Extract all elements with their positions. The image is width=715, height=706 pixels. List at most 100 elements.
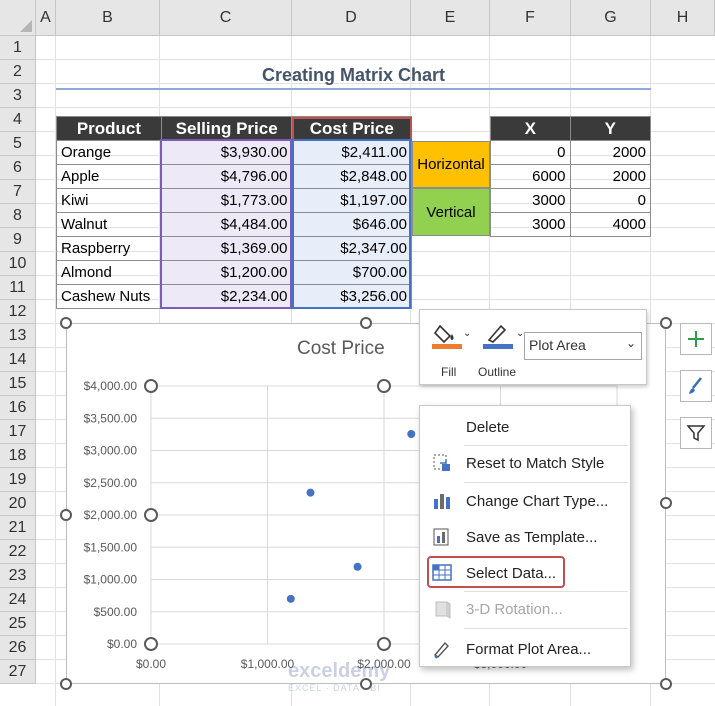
cost-price-cell[interactable]: $3,256.00 bbox=[291, 284, 412, 309]
row-header-9[interactable]: 9 bbox=[0, 228, 36, 252]
table-row: Kiwi $1,773.00 $1,197.00 bbox=[56, 188, 412, 213]
selling-price-cell[interactable]: $4,796.00 bbox=[160, 164, 293, 189]
header-x[interactable]: X bbox=[490, 116, 571, 141]
horizontal-label[interactable]: Horizontal bbox=[412, 141, 490, 188]
gridline bbox=[36, 59, 715, 60]
menu-item-label: Format Plot Area... bbox=[466, 640, 592, 658]
row-header-26[interactable]: 26 bbox=[0, 636, 36, 660]
x-cell[interactable]: 3000 bbox=[490, 188, 571, 213]
menu-item-reset-style[interactable]: Reset to Match Style bbox=[420, 446, 630, 480]
chart-styles-button[interactable] bbox=[680, 370, 712, 402]
chart-element-select[interactable]: Plot Area ⌄ bbox=[524, 332, 642, 360]
cost-price-cell[interactable]: $2,411.00 bbox=[291, 140, 412, 165]
selling-price-cell[interactable]: $1,773.00 bbox=[160, 188, 293, 213]
column-header-F[interactable]: F bbox=[490, 0, 571, 36]
row-header-16[interactable]: 16 bbox=[0, 396, 36, 420]
selling-price-cell[interactable]: $1,369.00 bbox=[160, 236, 293, 261]
row-header-3[interactable]: 3 bbox=[0, 84, 36, 108]
x-cell[interactable]: 6000 bbox=[490, 164, 571, 189]
row-header-4[interactable]: 4 bbox=[0, 108, 36, 132]
menu-item-delete[interactable]: Delete bbox=[420, 410, 630, 444]
y-cell[interactable]: 2000 bbox=[569, 140, 651, 165]
product-cell[interactable]: Walnut bbox=[56, 212, 162, 237]
menu-item-3d-rotation: 3-D Rotation... bbox=[420, 592, 630, 626]
chart-resize-handle[interactable] bbox=[660, 497, 672, 509]
selling-price-cell[interactable]: $3,930.00 bbox=[160, 140, 293, 165]
row-header-1[interactable]: 1 bbox=[0, 36, 36, 60]
chart-filters-button[interactable] bbox=[680, 417, 712, 449]
table-row: 3000 0 bbox=[490, 188, 651, 213]
product-cell[interactable]: Apple bbox=[56, 164, 162, 189]
selling-price-cell[interactable]: $1,200.00 bbox=[160, 260, 293, 285]
row-header-25[interactable]: 25 bbox=[0, 612, 36, 636]
row-header-21[interactable]: 21 bbox=[0, 516, 36, 540]
row-header-24[interactable]: 24 bbox=[0, 588, 36, 612]
select-all-corner[interactable] bbox=[0, 0, 36, 36]
product-cell[interactable]: Orange bbox=[56, 140, 162, 165]
row-header-2[interactable]: 2 bbox=[0, 60, 36, 84]
x-tick-label: $0.00 bbox=[136, 657, 166, 671]
cost-price-cell[interactable]: $2,848.00 bbox=[291, 164, 412, 189]
row-header-13[interactable]: 13 bbox=[0, 324, 36, 348]
template-icon bbox=[433, 528, 449, 546]
cost-price-cell[interactable]: $2,347.00 bbox=[291, 236, 412, 261]
product-cell[interactable]: Almond bbox=[56, 260, 162, 285]
x-cell[interactable]: 3000 bbox=[490, 212, 571, 237]
header-selling-price[interactable]: Selling Price bbox=[160, 116, 293, 141]
add-element-icon bbox=[688, 331, 704, 347]
row-header-12[interactable]: 12 bbox=[0, 300, 36, 324]
chart-resize-handle[interactable] bbox=[60, 678, 72, 690]
product-cell[interactable]: Cashew Nuts bbox=[56, 284, 162, 309]
selling-price-cell[interactable]: $2,234.00 bbox=[160, 284, 293, 309]
row-header-7[interactable]: 7 bbox=[0, 180, 36, 204]
fill-button[interactable]: Fill ⌄ bbox=[430, 318, 471, 380]
row-header-18[interactable]: 18 bbox=[0, 444, 36, 468]
x-cell[interactable]: 0 bbox=[490, 140, 571, 165]
row-header-6[interactable]: 6 bbox=[0, 156, 36, 180]
rotation-icon bbox=[435, 601, 451, 619]
chevron-down-icon[interactable]: ⌄ bbox=[463, 328, 471, 339]
header-product[interactable]: Product bbox=[56, 116, 162, 141]
column-header-B[interactable]: B bbox=[56, 0, 160, 36]
row-header-14[interactable]: 14 bbox=[0, 348, 36, 372]
column-header-E[interactable]: E bbox=[411, 0, 490, 36]
chart-resize-handle[interactable] bbox=[660, 317, 672, 329]
menu-item-save-template[interactable]: Save as Template... bbox=[420, 520, 630, 554]
column-header-D[interactable]: D bbox=[292, 0, 411, 36]
row-header-15[interactable]: 15 bbox=[0, 372, 36, 396]
column-header-H[interactable]: H bbox=[651, 0, 715, 36]
chart-resize-handle[interactable] bbox=[60, 509, 72, 521]
header-cost-price[interactable]: Cost Price bbox=[291, 116, 412, 141]
selling-price-cell[interactable]: $4,484.00 bbox=[160, 212, 293, 237]
row-header-27[interactable]: 27 bbox=[0, 660, 36, 684]
outline-button[interactable]: Outline ⌄ bbox=[478, 318, 528, 380]
cost-price-cell[interactable]: $1,197.00 bbox=[291, 188, 412, 213]
row-header-20[interactable]: 20 bbox=[0, 492, 36, 516]
row-header-17[interactable]: 17 bbox=[0, 420, 36, 444]
column-header-C[interactable]: C bbox=[160, 0, 292, 36]
row-header-23[interactable]: 23 bbox=[0, 564, 36, 588]
chart-resize-handle[interactable] bbox=[60, 317, 72, 329]
menu-item-format-plot-area[interactable]: Format Plot Area... bbox=[420, 632, 630, 666]
y-cell[interactable]: 0 bbox=[569, 188, 651, 213]
product-cell[interactable]: Kiwi bbox=[56, 188, 162, 213]
row-header-10[interactable]: 10 bbox=[0, 252, 36, 276]
chart-elements-button[interactable] bbox=[680, 323, 712, 355]
chart-resize-handle[interactable] bbox=[660, 678, 672, 690]
vertical-label[interactable]: Vertical bbox=[412, 188, 490, 236]
product-cell[interactable]: Raspberry bbox=[56, 236, 162, 261]
row-header-8[interactable]: 8 bbox=[0, 204, 36, 228]
y-cell[interactable]: 2000 bbox=[569, 164, 651, 189]
header-y[interactable]: Y bbox=[569, 116, 651, 141]
chart-resize-handle[interactable] bbox=[360, 317, 372, 329]
y-cell[interactable]: 4000 bbox=[569, 212, 651, 237]
cost-price-cell[interactable]: $700.00 bbox=[291, 260, 412, 285]
menu-item-change-chart-type[interactable]: Change Chart Type... bbox=[420, 484, 630, 518]
column-header-G[interactable]: G bbox=[571, 0, 651, 36]
row-header-22[interactable]: 22 bbox=[0, 540, 36, 564]
row-header-11[interactable]: 11 bbox=[0, 276, 36, 300]
row-header-19[interactable]: 19 bbox=[0, 468, 36, 492]
cost-price-cell[interactable]: $646.00 bbox=[291, 212, 412, 237]
column-header-A[interactable]: A bbox=[36, 0, 56, 36]
row-header-5[interactable]: 5 bbox=[0, 132, 36, 156]
